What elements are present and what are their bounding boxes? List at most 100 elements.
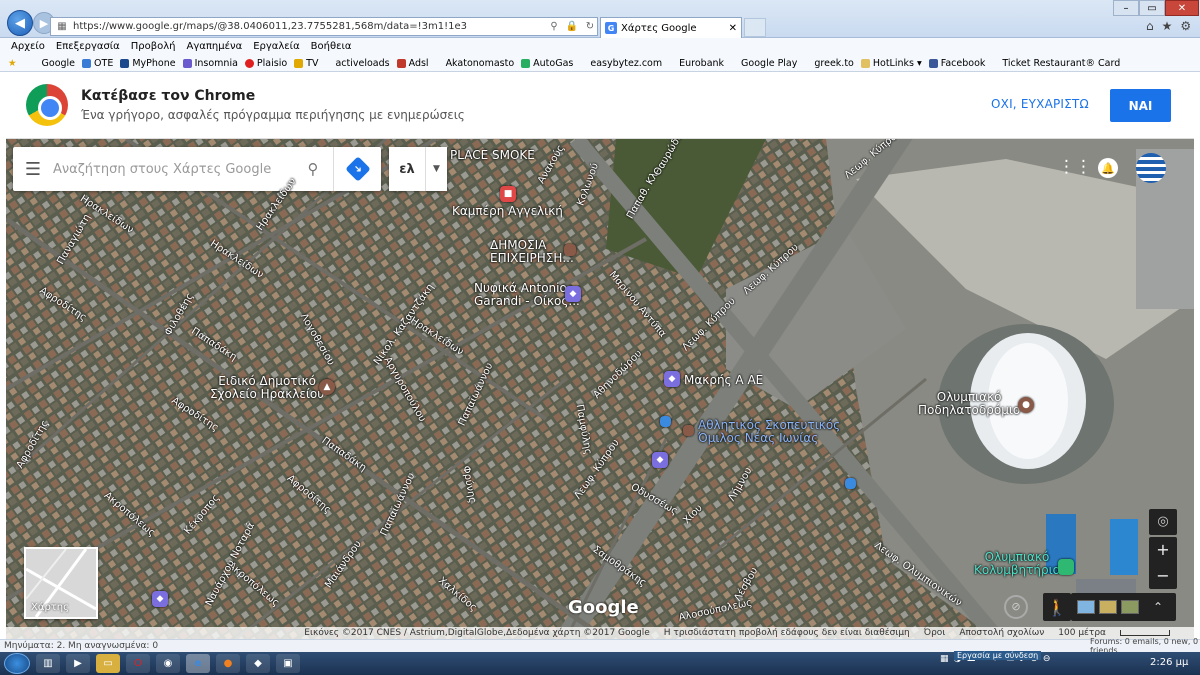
taskbar-app-icon[interactable]: ◆ [246, 654, 270, 673]
fav-ote[interactable]: OTE [82, 58, 113, 69]
my-location-icon[interactable]: ◎ [1149, 509, 1177, 535]
apps-grid-icon[interactable]: ⋮⋮ [1058, 157, 1092, 177]
taskbar-window-icon[interactable]: ▣ [276, 654, 300, 673]
fav-insomnia[interactable]: Insomnia [182, 58, 238, 69]
park-icon[interactable] [1058, 559, 1074, 575]
kamperi-label[interactable]: Καμπέρη Αγγελική [452, 205, 563, 218]
lock-icon[interactable]: 🔒 [565, 21, 579, 32]
taskbar-firefox-icon[interactable]: ● [216, 654, 240, 673]
imagery-thumbnail[interactable] [1099, 600, 1117, 614]
taskbar-ie-icon[interactable]: e [186, 654, 210, 673]
imagery-strip[interactable]: ⌃ [1071, 593, 1176, 621]
shopping-bag-icon[interactable]: ◆ [565, 286, 581, 302]
menu-file[interactable]: Αρχείο [11, 41, 45, 52]
settings-gear-icon[interactable]: ⚙ [1180, 19, 1191, 33]
fav-plaisio[interactable]: Plaisio [244, 58, 287, 69]
shopping-bag-icon[interactable]: ◆ [664, 371, 680, 387]
shopping-bag-icon[interactable]: ◆ [652, 452, 668, 468]
menu-view[interactable]: Προβολή [131, 41, 176, 52]
kolymvitirio-label[interactable]: Ολυμπιακό Κολυμβητήριο [974, 551, 1060, 577]
fav-hotlinks[interactable]: HotLinks ▾ [860, 58, 922, 69]
eidiko-label[interactable]: Ειδικό Δημοτικό Σχολείο Ηρακλείου [210, 375, 324, 401]
address-bar[interactable]: ▦ https://www.google.gr/maps/@38.0406011… [50, 17, 598, 36]
business-icon[interactable] [683, 425, 694, 436]
bus-stop-icon[interactable] [845, 478, 856, 489]
imagery-thumbnail[interactable] [1077, 600, 1095, 614]
minimize-button[interactable]: – [1113, 0, 1139, 16]
map-view-toggle[interactable]: Χάρτης [24, 547, 98, 619]
menu-bar: Αρχείο Επεξεργασία Προβολή Αγαπημένα Εργ… [0, 38, 1200, 55]
fav-google[interactable]: Google [42, 58, 76, 69]
tray-icon[interactable]: ▦ [940, 654, 949, 664]
stadium-icon[interactable]: ● [1018, 397, 1034, 413]
notifications-bell-icon[interactable]: 🔔 [1098, 158, 1118, 178]
fav-ticket-restaurant[interactable]: Ticket Restaurant® Card [1002, 58, 1120, 69]
dimosia-label[interactable]: ΔΗΜΟΣΙΑ ΕΠΙΧΕΙΡΗΣΗ... [490, 239, 574, 265]
business-icon[interactable] [564, 244, 576, 256]
zoom-in-button[interactable]: + [1149, 537, 1177, 563]
zoom-out-button[interactable]: − [1149, 563, 1177, 589]
fav-facebook[interactable]: Facebook [928, 58, 985, 69]
fav-akatonomasto[interactable]: Akatonomasto [446, 58, 515, 69]
tray-icon[interactable]: ⊖ [1043, 654, 1051, 664]
hamburger-menu-icon[interactable]: ☰ [13, 159, 53, 180]
send-feedback-link[interactable]: Αποστολή σχολίων [959, 628, 1044, 638]
banner-no-thanks-button[interactable]: ΟΧΙ, ΕΥΧΑΡΙΣΤΩ [991, 97, 1089, 111]
taskbar-media-icon[interactable]: ▶ [66, 654, 90, 673]
clock[interactable]: 2:26 μμ [1150, 657, 1188, 668]
taskbar-explorer-icon[interactable]: ▥ [36, 654, 60, 673]
taskbar-opera-icon[interactable]: O [126, 654, 150, 673]
athlitikos-label[interactable]: Αθλητικός Σκοπευτικός Όμιλος Νέας Ιωνίας [698, 419, 840, 445]
tab-close-icon[interactable]: ✕ [729, 23, 737, 34]
start-button[interactable] [4, 653, 30, 674]
imagery-thumbnail[interactable] [1121, 600, 1139, 614]
page-icon: ▦ [57, 21, 67, 32]
menu-edit[interactable]: Επεξεργασία [56, 41, 120, 52]
search-input[interactable]: Αναζήτηση στους Χάρτες Google [53, 162, 293, 177]
banner-subtitle: Ένα γρήγορο, ασφαλές πρόγραμμα περιήγηση… [81, 108, 465, 122]
pegman-icon[interactable]: 🚶 [1043, 593, 1071, 621]
taskbar-chrome-icon[interactable]: ◉ [156, 654, 180, 673]
podilato-label[interactable]: Ολυμπιακό Ποδηλατοδρόμιο [918, 391, 1020, 417]
menu-favorites[interactable]: Αγαπημένα [187, 41, 243, 52]
fav-activeloads[interactable]: activeloads [335, 58, 389, 69]
place-smoke-label[interactable]: PLACE SMOKE [450, 149, 535, 162]
bus-stop-icon[interactable] [660, 416, 671, 427]
directions-button[interactable]: ➜ [333, 147, 381, 191]
banner-yes-button[interactable]: ΝΑΙ [1110, 89, 1171, 122]
fav-greek-to[interactable]: greek.to [814, 58, 853, 69]
nufika-label[interactable]: Νυφικά Antonio Garandi - Οίκος... [474, 282, 580, 308]
fav-easybytez[interactable]: easybytez.com [590, 58, 662, 69]
user-avatar[interactable] [1136, 153, 1166, 183]
maximize-button[interactable]: ▭ [1139, 0, 1165, 16]
makris-label[interactable]: Μακρής Α ΑΕ [684, 374, 763, 387]
school-icon[interactable]: ▲ [319, 379, 335, 395]
tab-google-maps[interactable]: G Χάρτες Google ✕ [600, 17, 742, 38]
chevron-up-icon[interactable]: ⌃ [1153, 600, 1171, 614]
fav-adsl[interactable]: Adsl [396, 58, 429, 69]
menu-help[interactable]: Βοήθεια [311, 41, 352, 52]
favorites-star-icon[interactable]: ★ [1162, 19, 1173, 33]
close-window-button[interactable]: ✕ [1165, 0, 1199, 16]
fav-myphone[interactable]: MyPhone [120, 58, 176, 69]
home-icon[interactable]: ⌂ [1146, 19, 1154, 33]
language-selector[interactable]: ελ ▼ [389, 147, 447, 191]
search-icon[interactable]: ⚲ [293, 160, 333, 178]
taskbar-folder-icon[interactable]: ▭ [96, 654, 120, 673]
refresh-icon[interactable]: ↻ [583, 21, 597, 32]
gift-shop-icon[interactable]: ■ [500, 186, 516, 202]
chevron-down-icon[interactable]: ▼ [425, 147, 447, 191]
search-box[interactable]: ☰ Αναζήτηση στους Χάρτες Google ⚲ ➜ [13, 147, 381, 191]
search-icon[interactable]: ⚲ [547, 21, 561, 32]
new-tab-button[interactable] [744, 18, 766, 37]
fav-eurobank[interactable]: Eurobank [679, 58, 724, 69]
terms-link[interactable]: Όροι [924, 628, 946, 638]
back-button[interactable]: ◀ [7, 10, 33, 36]
fav-tv[interactable]: TV [294, 58, 318, 69]
fav-google-play[interactable]: Google Play [741, 58, 797, 69]
fav-autogas[interactable]: AutoGas [521, 58, 573, 69]
map-canvas[interactable]: ☰ Αναζήτηση στους Χάρτες Google ⚲ ➜ ελ ▼… [6, 139, 1194, 639]
menu-tools[interactable]: Εργαλεία [253, 41, 299, 52]
shopping-bag-icon[interactable]: ◆ [152, 591, 168, 607]
compass-icon[interactable]: ⊘ [1004, 595, 1028, 619]
